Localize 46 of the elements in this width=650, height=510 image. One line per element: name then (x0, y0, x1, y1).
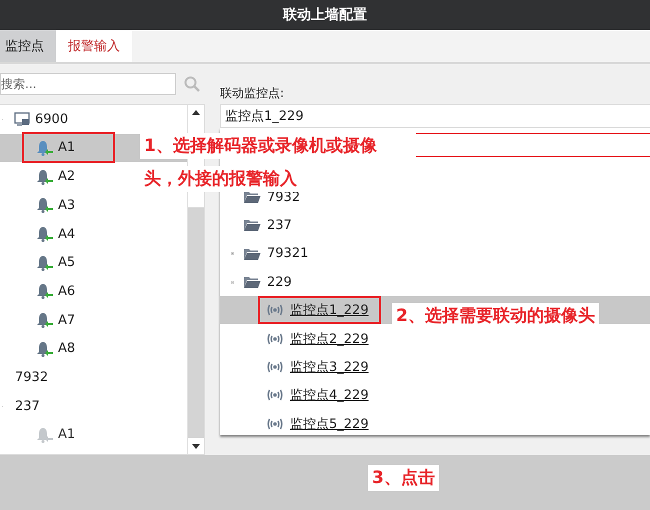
tree-item[interactable]: A5 (0, 248, 187, 278)
tree-item[interactable]: 229 (267, 274, 292, 290)
tree-item[interactable]: 237 (15, 398, 40, 414)
signal-icon (266, 389, 284, 402)
tree-item[interactable]: A3 (0, 191, 187, 220)
signal-icon (266, 418, 284, 430)
linked-camera-field[interactable]: 监控点1_229 (220, 104, 650, 128)
bell-icon (36, 283, 54, 300)
tree-item[interactable]: 79321 (267, 246, 308, 262)
bell-icon (36, 340, 54, 357)
bell-icon (36, 254, 54, 271)
folder-icon (243, 218, 261, 232)
tree-item[interactable]: 监控点5_229 (220, 409, 650, 435)
search-icon[interactable] (184, 76, 200, 92)
highlight-box: 监控点1_229 (258, 296, 381, 324)
bell-icon (36, 197, 54, 214)
folder-icon (243, 275, 261, 290)
bell-icon (36, 140, 54, 156)
bell-icon (36, 426, 54, 443)
bell-icon (36, 226, 54, 242)
tree-item[interactable]: 6900 (35, 112, 68, 127)
tree-item[interactable]: A4 (0, 220, 187, 248)
tree-item[interactable]: 237 (267, 218, 292, 233)
bell-icon (36, 168, 54, 185)
field-label: 联动监控点: (220, 85, 286, 102)
monitor-icon (14, 112, 30, 126)
tab[interactable]: 监控点 (0, 30, 56, 62)
bell-icon (36, 312, 54, 328)
tree-item[interactable]: A8 (0, 334, 187, 364)
signal-icon (266, 304, 284, 316)
signal-icon (266, 360, 284, 373)
tree-item[interactable]: 7932 (15, 370, 48, 385)
tree-item[interactable]: A6 (0, 277, 187, 306)
window-title: 联动上墙配置 (283, 6, 367, 24)
tree-item[interactable]: A7 (0, 306, 187, 334)
callout-tooltip: 3、点击 (368, 465, 439, 491)
scroll-down-icon[interactable] (188, 438, 204, 454)
scroll-up-icon[interactable] (188, 104, 204, 121)
highlight-box: A1 (22, 132, 116, 164)
folder-icon (243, 246, 261, 261)
tree-item[interactable]: 监控点3_229 (220, 352, 650, 382)
signal-icon (266, 332, 284, 345)
tree-item[interactable]: 监控点4_229 (220, 381, 650, 410)
search-field[interactable]: 搜索... (0, 72, 176, 95)
tab[interactable]: 报警输入 (56, 30, 132, 62)
folder-icon (243, 190, 261, 204)
